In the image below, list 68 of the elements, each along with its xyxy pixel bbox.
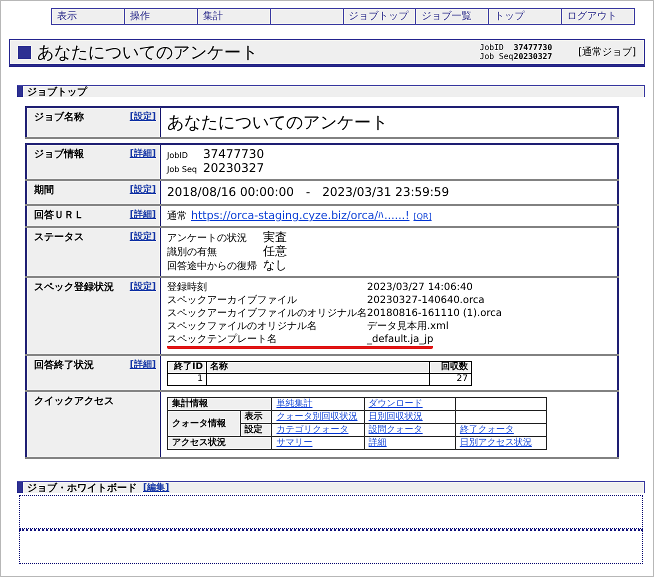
group-cell: クォータ情報	[168, 410, 240, 436]
spec-value: データ見本用.xml	[367, 321, 449, 332]
info-value: 37477730	[203, 147, 264, 161]
spec-key: スペックファイルのオリジナル名	[167, 320, 367, 333]
job-type: [通常ジョブ]	[578, 46, 636, 59]
row-label-cell: クイックアクセス	[26, 391, 160, 458]
group-cell: アクセス状況	[168, 436, 272, 450]
nav-menu-item[interactable]: ジョブ一覧	[415, 9, 488, 24]
row-label-cell: ジョブ名称 [設定]	[26, 107, 160, 138]
action-link[interactable]: [設定]	[130, 280, 156, 294]
job-seq-label: Job Seq	[480, 52, 514, 61]
row-label-cell: ステータス [設定]	[26, 227, 160, 277]
period-value: 2018/08/16 00:00:00 - 2023/03/31 23:59:59	[160, 180, 618, 205]
row-label-cell: 回答終了状況 [詳細]	[26, 355, 160, 391]
nav-menu-item[interactable]: 表示	[52, 9, 124, 24]
group-cell: 集計情報	[168, 398, 272, 410]
status-value: 任意	[263, 244, 287, 258]
square-icon	[18, 46, 31, 58]
row-label-cell: 期間 [設定]	[26, 180, 160, 205]
status-key: 識別の有無	[167, 246, 263, 259]
info-key: JobID	[167, 149, 203, 162]
info-key: Job Seq	[167, 163, 203, 176]
nav-menu-item[interactable]: ログアウト	[561, 9, 634, 24]
quick-link[interactable]: 詳細	[368, 438, 387, 448]
job-seq-value: 20230327	[514, 52, 552, 61]
nav-menu-item[interactable]: 集計	[196, 9, 270, 24]
column-header: 名称	[206, 362, 430, 374]
nav-menu-item[interactable]: ジョブトップ	[342, 9, 416, 24]
qr-link[interactable]: [QR]	[413, 212, 432, 221]
row-label-cell: スペック登録状況 [設定]	[26, 277, 160, 355]
info-value: 20230327	[203, 161, 264, 175]
action-link[interactable]: [詳細]	[130, 147, 156, 161]
spec-value: 20180816-161110 (1).orca	[367, 308, 502, 319]
action-link[interactable]: [設定]	[130, 110, 156, 124]
nav-menu-item[interactable]: 操作	[124, 9, 197, 24]
nav-menu-item[interactable]: トップ	[488, 9, 562, 24]
url-type: 通常	[167, 211, 187, 222]
spec-key: 登録時刻	[167, 281, 367, 294]
action-link[interactable]: [設定]	[130, 183, 156, 197]
column-header: 回収数	[430, 362, 472, 374]
spec-key: スペックテンプレート名	[167, 333, 367, 346]
action-link[interactable]: [設定]	[130, 230, 156, 244]
job-name-value: あなたについてのアンケート	[160, 107, 618, 138]
spec-value: _default.ja_jp	[367, 334, 434, 345]
section-title: ジョブ・ホワイトボード	[27, 482, 137, 494]
square-icon	[17, 86, 23, 97]
spec-value: 2023/03/27 14:06:40	[367, 282, 473, 293]
page-title: あなたについてのアンケート	[37, 42, 259, 64]
status-value: 実査	[263, 230, 287, 244]
status-value: なし	[263, 258, 287, 272]
table-cell: 1	[168, 374, 206, 386]
edit-link[interactable]: [編集]	[143, 481, 170, 494]
action-link[interactable]: [詳細]	[130, 358, 156, 372]
table-cell: 27	[430, 374, 472, 386]
column-header: 終了ID	[168, 362, 206, 374]
job-id-label: JobID	[480, 43, 505, 52]
job-id-value: 37477730	[514, 43, 552, 52]
row-label-cell: 回答ＵＲＬ [詳細]	[26, 205, 160, 227]
status-key: 回答途中からの復帰	[167, 260, 263, 273]
action-link[interactable]: [詳細]	[130, 208, 156, 222]
section-title: ジョブトップ	[27, 85, 87, 98]
spec-key: スペックアーカイブファイルのオリジナル名	[167, 307, 367, 320]
square-icon	[17, 482, 23, 493]
spec-key: スペックアーカイブファイル	[167, 294, 367, 307]
answer-url-link[interactable]: https://orca-staging.cyze.biz/orca/ﾊ......!	[191, 209, 410, 222]
spec-value: 20230327-140640.orca	[367, 295, 484, 306]
status-key: アンケートの状況	[167, 232, 263, 245]
row-label-cell: ジョブ情報 [詳細]	[26, 144, 160, 180]
